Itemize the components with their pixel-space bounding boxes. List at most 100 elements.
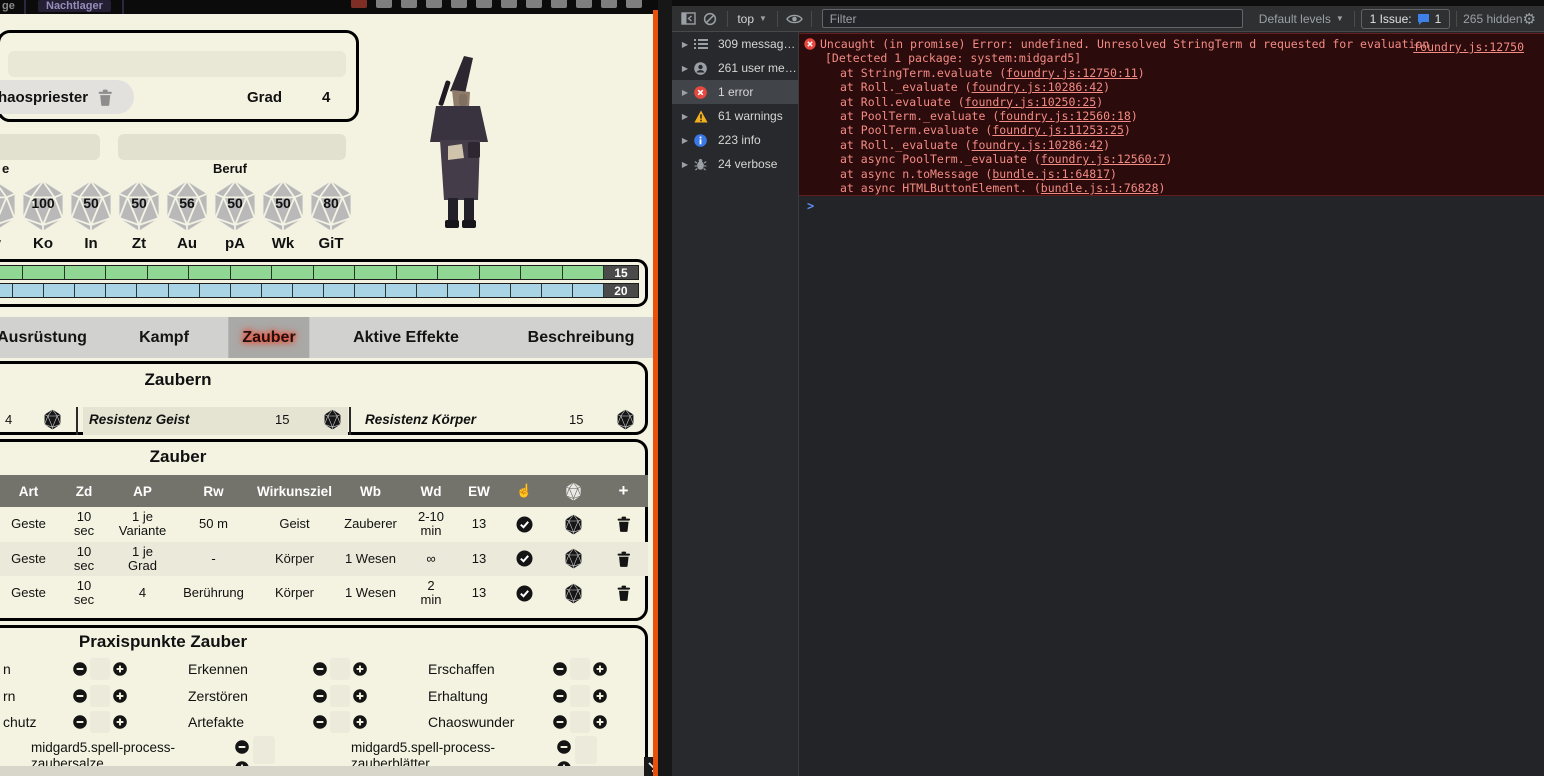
pp-minus-button[interactable] xyxy=(313,715,327,729)
expand-triangle-icon[interactable]: ▶ xyxy=(676,64,694,73)
race-input[interactable] xyxy=(0,134,100,160)
roll-d20-icon[interactable] xyxy=(616,409,635,435)
d20-die-icon[interactable] xyxy=(116,219,162,236)
stack-source-link[interactable]: bundle.js:1:64817 xyxy=(992,167,1110,181)
pp-minus-button[interactable] xyxy=(73,715,87,729)
stack-source-link[interactable]: foundry.js:12560:18 xyxy=(999,109,1131,123)
hotbar-icon[interactable] xyxy=(426,0,442,8)
tab-aktive-effekte[interactable]: Aktive Effekte xyxy=(339,317,473,358)
context-selector[interactable]: top ▼ xyxy=(733,12,771,26)
hotbar-icon[interactable] xyxy=(451,0,467,8)
beruf-input[interactable] xyxy=(118,134,346,160)
lp-bar[interactable]: 15 xyxy=(0,265,639,280)
scene-nav-item-nachtlager[interactable]: Nachtlager xyxy=(38,0,111,12)
live-expression-eye-icon[interactable] xyxy=(784,8,805,30)
stack-source-link[interactable]: foundry.js:12560:7 xyxy=(1041,152,1166,166)
hotbar-icon[interactable] xyxy=(526,0,542,8)
pp-value-input[interactable] xyxy=(330,711,350,733)
sidebar-filter-warning[interactable]: ▶61 warnings xyxy=(672,104,798,128)
pp-minus-button[interactable] xyxy=(553,689,567,703)
sidebar-filter-user[interactable]: ▶261 user me… xyxy=(672,56,798,80)
spell-check-icon[interactable] xyxy=(516,550,533,567)
expand-triangle-icon[interactable]: ▶ xyxy=(676,160,694,169)
sidebar-filter-error[interactable]: ▶1 error xyxy=(672,80,798,104)
d20-die-icon[interactable] xyxy=(260,219,306,236)
grad-value[interactable]: 4 xyxy=(322,89,330,106)
pp-plus-button[interactable] xyxy=(113,662,127,676)
roll-column-d20-icon[interactable] xyxy=(565,482,582,501)
pp-plus-button[interactable] xyxy=(353,689,367,703)
attribute-Zt[interactable]: 50Zt xyxy=(115,180,163,252)
stack-source-link[interactable]: bundle.js:1:76828 xyxy=(1041,181,1159,195)
sidebar-filter-list[interactable]: ▶309 messag… xyxy=(672,32,798,56)
roll-d20-icon[interactable] xyxy=(323,409,342,435)
log-levels-selector[interactable]: Default levels ▼ xyxy=(1255,12,1348,26)
d20-die-icon[interactable] xyxy=(68,219,114,236)
issues-button[interactable]: 1 Issue: 1 xyxy=(1361,9,1451,29)
pp-value-input[interactable] xyxy=(570,658,590,680)
attribute-GiT[interactable]: 80GiT xyxy=(307,180,355,252)
spell-check-icon[interactable] xyxy=(516,585,533,602)
pp-value-input[interactable] xyxy=(570,685,590,707)
hotbar-icon[interactable] xyxy=(501,0,517,8)
pp-value-input[interactable] xyxy=(575,736,597,764)
cast-spell-icon[interactable]: ☝ xyxy=(516,483,532,499)
attribute-Ko[interactable]: 100Ko xyxy=(19,180,67,252)
scene-nav-item-partial[interactable]: ge xyxy=(2,0,15,12)
d20-die-icon[interactable] xyxy=(164,219,210,236)
spell-delete-icon[interactable] xyxy=(617,585,631,601)
filter-input[interactable]: Filter xyxy=(822,9,1243,28)
attribute-Au[interactable]: 56Au xyxy=(163,180,211,252)
stack-source-link[interactable]: foundry.js:10286:42 xyxy=(972,80,1104,94)
pp-plus-button[interactable] xyxy=(593,715,607,729)
pp-minus-button[interactable] xyxy=(73,662,87,676)
hotbar-icon[interactable] xyxy=(626,0,642,8)
pp-minus-button[interactable] xyxy=(235,740,249,754)
hotbar-icon[interactable] xyxy=(351,0,367,8)
pp-plus-button[interactable] xyxy=(353,715,367,729)
hotbar-icon[interactable] xyxy=(476,0,492,8)
pp-value-input[interactable] xyxy=(330,685,350,707)
pp-plus-button[interactable] xyxy=(113,715,127,729)
attribute-w[interactable]: 5w xyxy=(0,180,19,252)
pp-minus-button[interactable] xyxy=(313,662,327,676)
spell-roll-d20-icon[interactable] xyxy=(564,548,583,569)
pp-plus-button[interactable] xyxy=(593,662,607,676)
d20-die-icon[interactable] xyxy=(0,219,18,236)
pp-value-input[interactable] xyxy=(90,711,110,733)
expand-triangle-icon[interactable]: ▶ xyxy=(676,112,694,121)
roll-d20-icon[interactable] xyxy=(43,409,62,435)
spell-check-icon[interactable] xyxy=(516,516,533,533)
pp-value-input[interactable] xyxy=(330,658,350,680)
ap-bar[interactable]: 20 xyxy=(0,283,639,298)
stack-source-link[interactable]: foundry.js:12750:11 xyxy=(1006,66,1138,80)
pp-value-input[interactable] xyxy=(90,685,110,707)
tab-kampf[interactable]: Kampf xyxy=(125,317,203,358)
spell-delete-icon[interactable] xyxy=(617,516,631,532)
pp-minus-button[interactable] xyxy=(557,740,571,754)
character-portrait[interactable] xyxy=(418,54,498,234)
sidebar-filter-verbose[interactable]: ▶24 verbose xyxy=(672,152,798,176)
pp-minus-button[interactable] xyxy=(313,689,327,703)
pp-minus-button[interactable] xyxy=(553,662,567,676)
expand-triangle-icon[interactable]: ▶ xyxy=(676,40,694,49)
attribute-pA[interactable]: 50pA xyxy=(211,180,259,252)
pp-plus-button[interactable] xyxy=(113,689,127,703)
sidebar-filter-info[interactable]: ▶223 info xyxy=(672,128,798,152)
delete-class-icon[interactable] xyxy=(98,89,112,106)
pp-value-input[interactable] xyxy=(253,736,275,764)
pp-plus-button[interactable] xyxy=(593,689,607,703)
attribute-In[interactable]: 50In xyxy=(67,180,115,252)
stack-source-link[interactable]: foundry.js:11253:25 xyxy=(992,123,1124,137)
expand-triangle-icon[interactable]: ▶ xyxy=(676,136,694,145)
stack-source-link[interactable]: foundry.js:10250:25 xyxy=(965,95,1097,109)
clear-console-icon[interactable] xyxy=(699,8,720,30)
console-prompt[interactable]: > xyxy=(799,196,1544,216)
hotbar-icon[interactable] xyxy=(601,0,617,8)
d20-die-icon[interactable] xyxy=(212,219,258,236)
tab-ausr-stung[interactable]: Ausrüstung xyxy=(0,317,101,358)
settings-gear-icon[interactable]: ⚙ xyxy=(1523,10,1536,28)
hotbar-icon[interactable] xyxy=(551,0,567,8)
spell-roll-d20-icon[interactable] xyxy=(564,583,583,604)
hotbar-icon[interactable] xyxy=(401,0,417,8)
